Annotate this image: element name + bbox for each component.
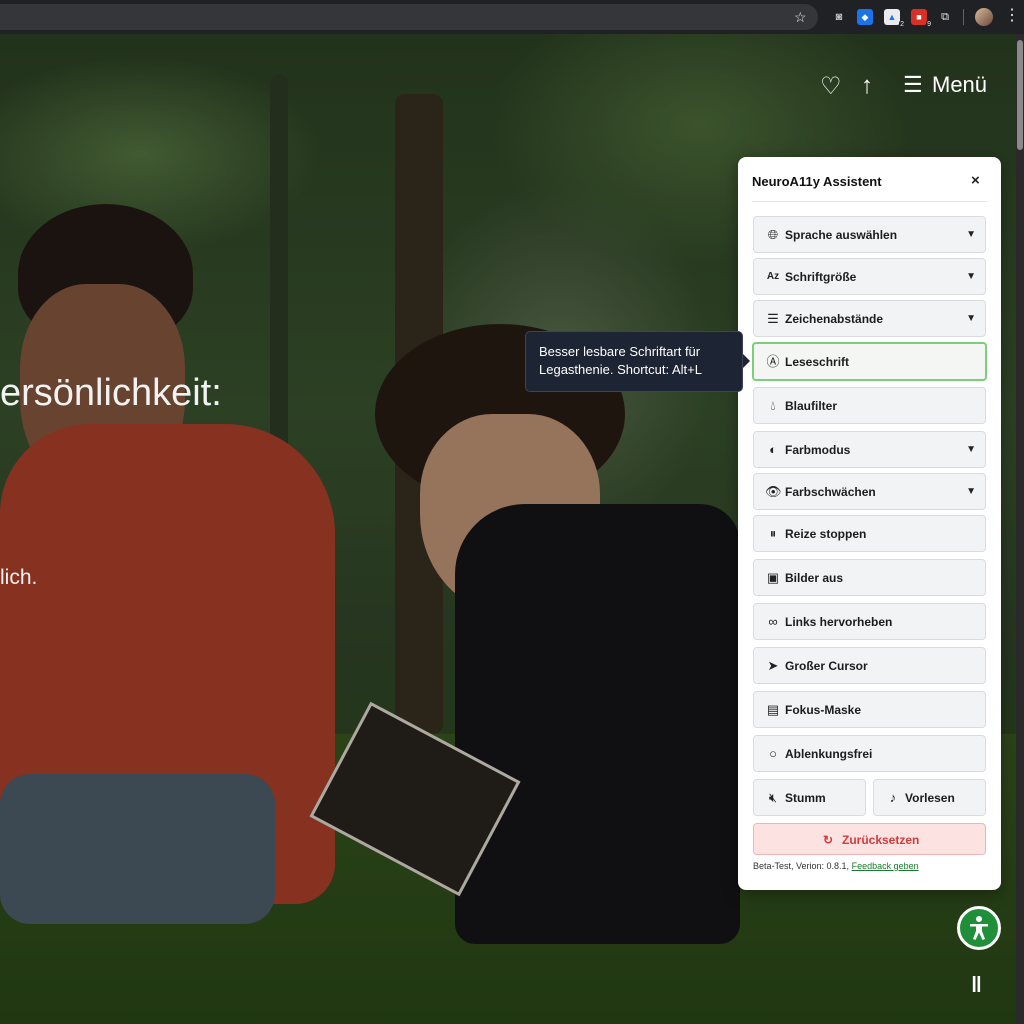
menu-button[interactable]: Menü (932, 72, 987, 98)
item-label: Schriftgröße (785, 270, 857, 284)
mask-icon: ▤ (766, 702, 780, 717)
mute-button[interactable]: 🔇︎ Stumm (753, 779, 866, 816)
menu-hamburger-icon[interactable]: ☰ (903, 72, 923, 98)
reset-label: Zurücksetzen (842, 833, 920, 847)
refresh-icon: ↻ (823, 833, 834, 847)
profile-avatar[interactable] (975, 8, 993, 26)
character-spacing-button[interactable]: ☰ Zeichenabstände ▼ (753, 300, 986, 337)
chevron-down-icon: ▼ (966, 444, 976, 455)
drop-icon: 💧︎ (770, 398, 776, 413)
font-size-button[interactable]: Az Schriftgröße ▼ (753, 258, 986, 295)
speaker-muted-icon: 🔇︎ (768, 790, 778, 805)
pause-animation-button[interactable]: ‖ (971, 972, 984, 998)
item-label: Reize stoppen (785, 527, 867, 541)
chevron-down-icon: ▼ (966, 313, 976, 324)
version-text: Beta-Test, Verion: 0.8.1, (753, 861, 850, 871)
read-aloud-button[interactable]: ♪ Vorlesen (873, 779, 986, 816)
favorites-heart-icon[interactable]: ♡ (820, 72, 842, 101)
circle-icon: ○ (769, 746, 777, 761)
images-off-button[interactable]: ▣ Bilder aus (753, 559, 986, 596)
chevron-down-icon: ▼ (966, 271, 976, 282)
link-icon: ∞ (768, 614, 778, 629)
toolbar-divider (963, 9, 964, 25)
globe-icon: 🌐︎ (767, 227, 779, 242)
browser-toolbar: ☆ ◙ ◆ ▲ 2 ■ 9 ⧉ ⋮ (0, 0, 1024, 34)
focus-mask-button[interactable]: ▤ Fokus-Maske (753, 691, 986, 728)
bookmark-star-icon[interactable]: ☆ (794, 8, 807, 26)
color-blindness-button[interactable]: 👁︎ Farbschwächen ▼ (753, 473, 986, 510)
extensions-puzzle-icon[interactable]: ⧉ (937, 9, 953, 25)
chevron-down-icon: ▼ (966, 486, 976, 497)
item-label: Großer Cursor (785, 659, 868, 673)
chevron-down-icon: ▼ (966, 229, 976, 240)
item-label: Fokus-Maske (785, 703, 862, 717)
tooltip-arrow (743, 354, 750, 368)
address-bar[interactable] (0, 4, 818, 30)
hero-headline: ersönlichkeit: (0, 372, 222, 414)
cursor-icon: ➤ (767, 658, 779, 673)
item-label: Zeichenabstände (785, 312, 884, 326)
item-label: Bilder aus (785, 571, 844, 585)
feedback-link[interactable]: Feedback geben (852, 861, 919, 871)
large-cursor-button[interactable]: ➤ Großer Cursor (753, 647, 986, 684)
item-label: Ablenkungsfrei (785, 747, 873, 761)
pause-circle-icon: ⏸︎ (769, 526, 777, 541)
distraction-free-button[interactable]: ○ Ablenkungsfrei (753, 735, 986, 772)
more-menu-icon[interactable]: ⋮ (1004, 6, 1020, 26)
tooltip-text: Besser lesbare Schriftart für Legastheni… (539, 344, 702, 377)
scrollbar-thumb[interactable] (1017, 40, 1023, 150)
reset-button[interactable]: ↻ Zurücksetzen (753, 823, 986, 855)
item-label: Farbschwächen (785, 485, 876, 499)
item-label: Sprache auswählen (785, 228, 898, 242)
font-size-icon: Az (766, 271, 780, 282)
panel-divider (752, 201, 987, 202)
stop-stimuli-button[interactable]: ⏸︎ Reize stoppen (753, 515, 986, 552)
page-scrollbar[interactable] (1016, 34, 1024, 1024)
read-aloud-label: Vorlesen (905, 791, 955, 805)
hero-body-text: lich. (0, 566, 38, 589)
item-label: Blaufilter (785, 399, 838, 413)
camera-extension-icon[interactable]: ◙ (831, 9, 847, 25)
panel-footer: Beta-Test, Verion: 0.8.1, Feedback geben (753, 860, 919, 872)
mute-label: Stumm (785, 791, 826, 805)
music-note-icon: ♪ (889, 790, 897, 805)
extension-badge-icon[interactable]: ▲ 2 (884, 9, 905, 29)
accessibility-assistant-panel: NeuroA11y Assistent × 🌐︎ Sprache auswähl… (738, 157, 1001, 890)
close-button[interactable]: × (971, 172, 980, 189)
spacing-icon: ☰ (767, 311, 779, 326)
eye-icon: 👁︎ (765, 484, 782, 499)
accessibility-toggle-button[interactable] (957, 906, 1001, 950)
scroll-up-arrow-icon[interactable]: ↑ (861, 72, 873, 100)
image-icon: ▣ (766, 570, 780, 585)
item-label: Leseschrift (785, 355, 850, 369)
color-mode-button[interactable]: ◐ Farbmodus ▼ (753, 431, 986, 468)
contrast-icon: ◐ (769, 442, 777, 457)
extension-red-icon[interactable]: ■ 9 (911, 9, 932, 29)
reading-font-icon: Ⓐ (766, 354, 780, 369)
item-label: Links hervorheben (785, 615, 893, 629)
item-label: Farbmodus (785, 443, 851, 457)
panel-title: NeuroA11y Assistent (752, 174, 882, 189)
reading-font-button[interactable]: Ⓐ Leseschrift (752, 342, 987, 381)
extension-blue-icon[interactable]: ◆ (857, 9, 873, 25)
language-select-button[interactable]: 🌐︎ Sprache auswählen ▼ (753, 216, 986, 253)
accessibility-person-icon (970, 916, 988, 940)
highlight-links-button[interactable]: ∞ Links hervorheben (753, 603, 986, 640)
reading-font-tooltip: Besser lesbare Schriftart für Legastheni… (525, 331, 743, 392)
blue-filter-button[interactable]: 💧︎ Blaufilter (753, 387, 986, 424)
